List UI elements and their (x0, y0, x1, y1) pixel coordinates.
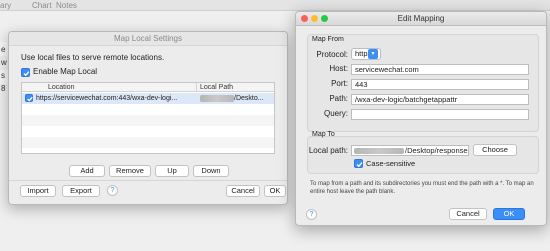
import-button[interactable]: Import (20, 185, 56, 197)
redacted-path (354, 148, 404, 154)
background-menu-item[interactable]: ary (0, 1, 11, 10)
ok-button[interactable]: OK (264, 185, 286, 197)
remove-button[interactable]: Remove (109, 165, 151, 177)
empty-row (22, 115, 274, 126)
path-label: Path: (329, 94, 348, 103)
enable-map-local-label: Enable Map Local (33, 67, 98, 76)
local-path-value: /Desktop/response (405, 146, 468, 155)
edit-mapping-titlebar: Edit Mapping (296, 12, 546, 26)
enable-map-local-checkbox[interactable] (21, 68, 30, 77)
help-button[interactable]: ? (107, 185, 118, 196)
background-menubar: ary Chart Notes (0, 0, 550, 11)
table-header: Location Local Path (22, 83, 274, 92)
protocol-label: Protocol: (316, 50, 348, 59)
empty-row (22, 137, 274, 148)
host-label: Host: (329, 64, 348, 73)
background-text: 8 (1, 84, 6, 93)
background-text: e (1, 45, 6, 54)
background-text: w (1, 58, 7, 67)
map-to-label: Map To (312, 131, 335, 138)
edit-mapping-window: Edit Mapping Map From Protocol: https ▾ … (295, 11, 547, 226)
separator (9, 180, 287, 181)
table-row[interactable]: https://servicewechat.com:443/wxa-dev-lo… (22, 93, 274, 104)
row-local-path: /Deskto... (234, 95, 264, 102)
case-sensitive-checkbox[interactable] (354, 159, 363, 168)
column-divider (196, 83, 197, 92)
case-sensitive-label: Case-sensitive (366, 159, 416, 168)
up-button[interactable]: Up (155, 165, 189, 177)
row-location: https://servicewechat.com:443/wxa-dev-lo… (36, 95, 178, 102)
zoom-window-icon[interactable] (321, 15, 328, 22)
checkmark-icon (27, 96, 33, 102)
close-window-icon[interactable] (301, 15, 308, 22)
background-text: s (1, 71, 5, 80)
path-help-note: To map from a path and its subdirectorie… (310, 181, 534, 195)
down-button[interactable]: Down (193, 165, 229, 177)
cancel-button[interactable]: Cancel (449, 208, 487, 220)
query-input[interactable] (351, 109, 529, 120)
choose-button[interactable]: Choose (473, 144, 517, 156)
edit-mapping-title: Edit Mapping (397, 14, 445, 23)
export-button[interactable]: Export (62, 185, 100, 197)
minimize-window-icon[interactable] (311, 15, 318, 22)
checkmark-icon (356, 162, 363, 168)
map-local-title: Map Local Settings (9, 32, 287, 46)
local-path-input[interactable]: /Desktop/response (351, 145, 469, 156)
chevron-down-icon[interactable]: ▾ (368, 49, 378, 59)
query-label: Query: (323, 109, 348, 118)
host-input[interactable]: servicewechat.com (351, 64, 529, 75)
checkmark-icon (23, 71, 30, 77)
mappings-table[interactable]: Location Local Path https://servicewecha… (21, 82, 275, 154)
local-path-label: Local path: (308, 146, 348, 155)
ok-button[interactable]: OK (493, 208, 525, 220)
port-label: Port: (331, 79, 348, 88)
row-enabled-checkbox[interactable] (25, 94, 33, 102)
map-local-settings-window: Map Local Settings Use local files to se… (8, 31, 288, 205)
cancel-button[interactable]: Cancel (226, 185, 260, 197)
redacted-path (200, 95, 234, 102)
map-local-description: Use local files to serve remote location… (21, 53, 165, 62)
map-from-label: Map From (312, 36, 344, 43)
background-menu-item[interactable]: Notes (56, 1, 77, 10)
path-input[interactable]: /wxa-dev-logic/batchgetappattr (351, 94, 529, 105)
help-button[interactable]: ? (306, 209, 317, 220)
port-input[interactable]: 443 (351, 79, 529, 90)
add-button[interactable]: Add (69, 165, 105, 177)
background-menu-item[interactable]: Chart (32, 1, 52, 10)
column-header-location[interactable]: Location (48, 83, 74, 92)
column-header-local-path[interactable]: Local Path (200, 83, 233, 92)
